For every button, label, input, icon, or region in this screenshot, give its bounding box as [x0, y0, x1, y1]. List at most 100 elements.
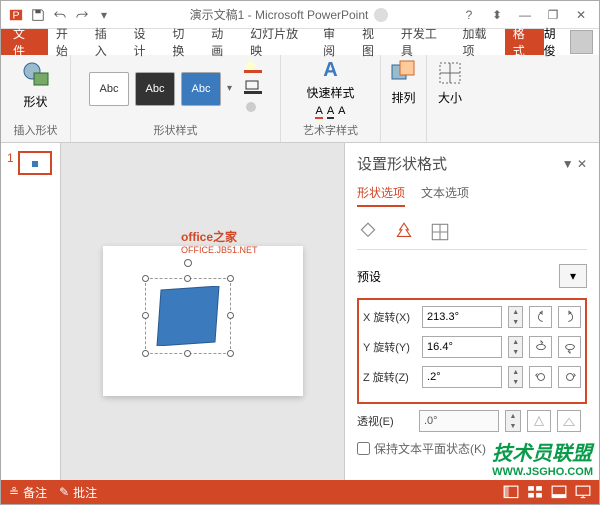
text-outline-icon[interactable]: A: [327, 105, 334, 119]
resize-handle[interactable]: [227, 275, 234, 282]
title-text: 演示文稿1 - Microsoft PowerPoint: [190, 6, 369, 23]
wordart-row: A A A: [315, 105, 345, 119]
title-emoji-icon: [374, 8, 388, 22]
tab-design[interactable]: 设计: [126, 29, 165, 55]
thumb-number: 1: [7, 151, 14, 175]
notes-button[interactable]: ≗ 备注: [9, 484, 47, 501]
user-avatar[interactable]: [570, 30, 593, 54]
x-reset-left[interactable]: [529, 306, 552, 328]
x-spinner[interactable]: ▲▼: [508, 306, 523, 328]
z-reset-ccw[interactable]: [529, 366, 552, 388]
window-title: 演示文稿1 - Microsoft PowerPoint: [119, 6, 459, 23]
y-reset-up[interactable]: [529, 336, 552, 358]
effects-icon[interactable]: [393, 221, 415, 243]
arrange-button[interactable]: 排列: [390, 59, 418, 106]
style-swatch-1[interactable]: Abc: [89, 72, 129, 106]
normal-view-icon[interactable]: [503, 485, 519, 499]
text-effects-icon[interactable]: A: [338, 105, 345, 119]
view-buttons: [503, 485, 591, 499]
x-reset-right[interactable]: [558, 306, 581, 328]
tab-addin[interactable]: 加载项: [454, 29, 504, 55]
restore-icon[interactable]: ❐: [543, 5, 563, 25]
shapes-button[interactable]: 形状: [16, 59, 56, 110]
reading-view-icon[interactable]: [551, 485, 567, 499]
z-rotation-input[interactable]: [422, 366, 502, 388]
resize-handle[interactable]: [142, 275, 149, 282]
tab-shape-options[interactable]: 形状选项: [357, 184, 405, 207]
tab-developer[interactable]: 开发工具: [393, 29, 455, 55]
resize-handle[interactable]: [184, 350, 191, 357]
sorter-view-icon[interactable]: [527, 485, 543, 499]
persp-spinner: ▲▼: [505, 410, 521, 432]
group-label: [402, 126, 405, 138]
canvas-area[interactable]: office之家 OFFICE.JB51.NET: [61, 143, 344, 498]
slideshow-view-icon[interactable]: [575, 485, 591, 499]
y-reset-down[interactable]: [558, 336, 581, 358]
tab-transition[interactable]: 切换: [164, 29, 203, 55]
z-reset-cw[interactable]: [558, 366, 581, 388]
help-icon[interactable]: ?: [459, 5, 479, 25]
z-spinner[interactable]: ▲▼: [508, 366, 523, 388]
tab-insert[interactable]: 插入: [87, 29, 126, 55]
tab-text-options[interactable]: 文本选项: [421, 184, 469, 207]
close-icon[interactable]: ✕: [571, 5, 591, 25]
shape-fill-button[interactable]: [244, 59, 262, 76]
undo-icon[interactable]: [51, 6, 69, 24]
slide-thumbnail[interactable]: 1: [7, 151, 54, 175]
slide-canvas[interactable]: [103, 246, 303, 396]
style-swatch-3[interactable]: Abc: [181, 72, 221, 106]
tab-review[interactable]: 审阅: [315, 29, 354, 55]
wordart-a-icon: A: [323, 59, 337, 82]
perspective-input: [419, 410, 499, 432]
preset-dropdown[interactable]: ▾: [559, 264, 587, 288]
resize-handle[interactable]: [227, 312, 234, 319]
size-props-icon[interactable]: [429, 221, 451, 243]
tab-animation[interactable]: 动画: [203, 29, 242, 55]
pane-close-button[interactable]: ▼ ✕: [562, 157, 587, 171]
ppt-icon[interactable]: P: [7, 6, 25, 24]
keep-text-flat-checkbox[interactable]: [357, 442, 370, 455]
arrange-label: 排列: [391, 89, 415, 106]
fill-outline-col: [244, 59, 262, 118]
ribbon-toggle-icon[interactable]: ⬍: [487, 5, 507, 25]
resize-handle[interactable]: [142, 350, 149, 357]
shape-outline-button[interactable]: [244, 80, 262, 97]
size-button[interactable]: 大小: [436, 59, 464, 106]
style-swatch-2[interactable]: Abc: [135, 72, 175, 106]
group-label: [448, 126, 451, 138]
corner-watermark: 技术员联盟 WWW.JSGHO.COM: [492, 437, 593, 478]
resize-handle[interactable]: [142, 312, 149, 319]
size-icon: [436, 59, 464, 87]
window-controls: ? ⬍ — ❐ ✕: [459, 5, 599, 25]
resize-handle[interactable]: [227, 350, 234, 357]
pane-title: 设置形状格式: [357, 153, 447, 174]
shape-effects-button[interactable]: [244, 101, 262, 118]
user-name[interactable]: 胡俊: [544, 25, 567, 59]
y-spinner[interactable]: ▲▼: [508, 336, 523, 358]
minimize-icon[interactable]: —: [515, 5, 535, 25]
z-rotation-row: Z 旋转(Z) ▲▼: [363, 366, 581, 388]
tab-slideshow[interactable]: 幻灯片放映: [242, 29, 315, 55]
save-icon[interactable]: [29, 6, 47, 24]
fill-line-icon[interactable]: [357, 221, 379, 243]
quick-styles-button[interactable]: A 快速样式: [306, 59, 354, 101]
x-rotation-input[interactable]: [422, 306, 502, 328]
group-label: 形状样式: [154, 122, 198, 138]
y-rotation-input[interactable]: [422, 336, 502, 358]
persp-narrow: [527, 410, 551, 432]
comments-button[interactable]: ✎ 批注: [59, 484, 97, 501]
tab-view[interactable]: 视图: [354, 29, 393, 55]
resize-handle[interactable]: [184, 275, 191, 282]
tab-format[interactable]: 格式: [505, 29, 544, 55]
preset-row: 预设 ▾: [357, 260, 587, 292]
qat-more-icon[interactable]: ▾: [95, 6, 113, 24]
tab-home[interactable]: 开始: [48, 29, 87, 55]
redo-icon[interactable]: [73, 6, 91, 24]
gallery-more-icon[interactable]: ▾: [227, 83, 232, 94]
user-area: 胡俊: [544, 25, 599, 59]
text-fill-icon[interactable]: A: [315, 105, 322, 119]
selected-shape[interactable]: [153, 286, 223, 346]
watermark: office之家 OFFICE.JB51.NET: [181, 228, 258, 255]
file-tab[interactable]: 文件: [1, 29, 48, 55]
rotation-handle[interactable]: [184, 259, 192, 267]
